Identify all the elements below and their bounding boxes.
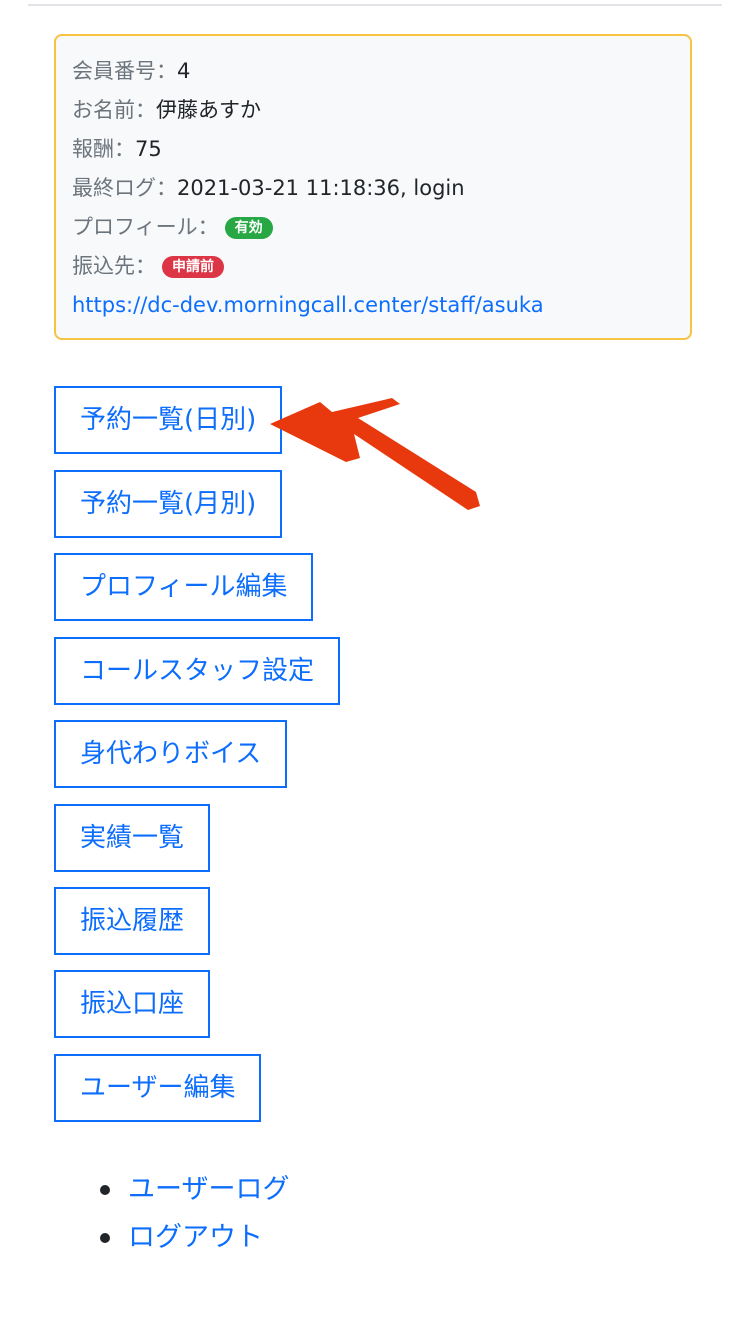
staff-url-row: https://dc-dev.morningcall.center/staff/… bbox=[72, 290, 544, 320]
top-divider bbox=[28, 4, 722, 6]
member-name-value: 伊藤あすか bbox=[156, 98, 261, 122]
transfer-account-button[interactable]: 振込口座 bbox=[54, 970, 211, 1038]
transfer-status-badge: 申請前 bbox=[162, 256, 224, 278]
transfer-status-row: 振込先： 申請前 bbox=[72, 251, 224, 281]
reservations-monthly-button[interactable]: 予約一覧(月別) bbox=[54, 470, 283, 538]
profile-status-row: プロフィール： 有効 bbox=[72, 212, 273, 242]
call-staff-settings-button[interactable]: コールスタッフ設定 bbox=[54, 637, 341, 705]
user-log-link[interactable]: ユーザーログ bbox=[128, 1174, 289, 1205]
profile-status-badge: 有効 bbox=[224, 217, 273, 239]
member-info-card: 会員番号：4 お名前：伊藤あすか 報酬：75 最終ログ：2021-03-21 1… bbox=[54, 34, 692, 340]
list-item: ログアウト bbox=[98, 1214, 289, 1262]
list-item: ユーザーログ bbox=[98, 1166, 289, 1214]
last-log-label: 最終ログ： bbox=[72, 176, 177, 200]
member-name-row: お名前：伊藤あすか bbox=[72, 95, 261, 125]
logout-link[interactable]: ログアウト bbox=[128, 1222, 263, 1253]
member-number-row: 会員番号：4 bbox=[72, 56, 190, 86]
annotation-arrow-icon bbox=[270, 398, 480, 510]
member-number-label: 会員番号： bbox=[72, 59, 177, 83]
substitute-voice-button[interactable]: 身代わりボイス bbox=[54, 720, 288, 788]
last-log-row: 最終ログ：2021-03-21 11:18:36, login bbox=[72, 173, 465, 203]
last-log-value: 2021-03-21 11:18:36, login bbox=[177, 176, 465, 200]
staff-page-link[interactable]: https://dc-dev.morningcall.center/staff/… bbox=[72, 293, 544, 317]
member-number-value: 4 bbox=[177, 59, 191, 83]
edit-user-button[interactable]: ユーザー編集 bbox=[54, 1054, 262, 1122]
reward-label: 報酬： bbox=[72, 137, 135, 161]
profile-status-label: プロフィール： bbox=[72, 215, 219, 239]
reservations-daily-button[interactable]: 予約一覧(日別) bbox=[54, 386, 283, 454]
footer-link-list: ユーザーログ ログアウト bbox=[98, 1166, 289, 1262]
member-name-label: お名前： bbox=[72, 98, 156, 122]
bullet-icon bbox=[100, 1185, 110, 1195]
bullet-icon bbox=[100, 1233, 110, 1243]
reward-value: 75 bbox=[135, 137, 162, 161]
edit-profile-button[interactable]: プロフィール編集 bbox=[54, 553, 314, 621]
transfer-status-label: 振込先： bbox=[72, 254, 156, 278]
reward-row: 報酬：75 bbox=[72, 134, 162, 164]
performance-list-button[interactable]: 実績一覧 bbox=[54, 804, 211, 872]
transfer-history-button[interactable]: 振込履歴 bbox=[54, 887, 211, 955]
